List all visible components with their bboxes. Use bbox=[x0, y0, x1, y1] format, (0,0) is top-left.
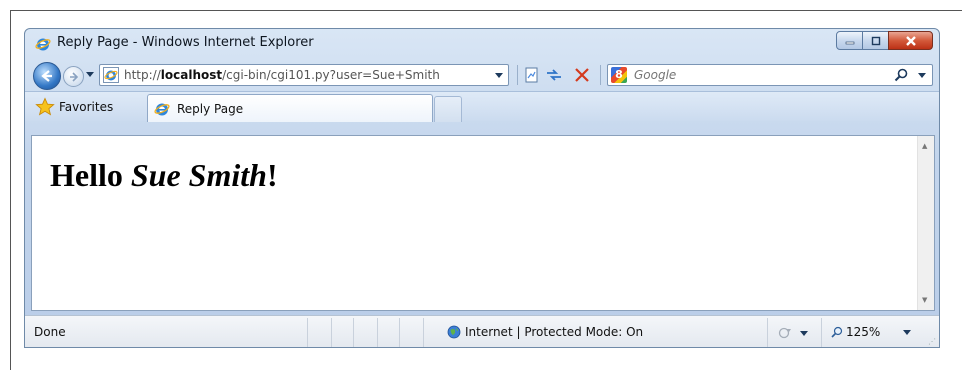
popup-blocker-icon bbox=[778, 327, 791, 339]
zoom-dropdown-icon[interactable] bbox=[903, 330, 911, 335]
toolbar-separator bbox=[517, 65, 518, 85]
minimize-icon bbox=[845, 41, 854, 44]
status-text: Done bbox=[34, 325, 66, 339]
chevron-down-icon bbox=[800, 330, 808, 336]
google-icon: 8 bbox=[611, 67, 627, 83]
navigation-bar: http://localhost/cgi-bin/cgi101.py?user=… bbox=[25, 59, 939, 91]
arrow-left-icon bbox=[41, 70, 52, 82]
zoom-icon bbox=[831, 326, 843, 338]
new-tab-button[interactable] bbox=[434, 96, 462, 122]
zoom-text: 125% bbox=[846, 325, 881, 339]
window-controls bbox=[836, 31, 933, 50]
status-pane-divider bbox=[307, 318, 308, 347]
address-dropdown-icon[interactable] bbox=[495, 73, 503, 78]
greeting-heading: Hello Sue Smith! bbox=[50, 157, 278, 194]
search-icon[interactable] bbox=[894, 68, 908, 82]
greeting-punct: ! bbox=[266, 157, 278, 193]
maximize-icon bbox=[871, 36, 880, 45]
zone-text: Internet | Protected Mode: On bbox=[465, 325, 644, 339]
search-input[interactable] bbox=[632, 66, 872, 84]
browser-window: Reply Page - Windows Internet Explorer h… bbox=[24, 28, 940, 348]
maximize-button[interactable] bbox=[862, 31, 889, 50]
status-pane-divider bbox=[423, 318, 424, 347]
search-options-dropdown-icon[interactable] bbox=[918, 73, 926, 78]
user-name: Sue Smith bbox=[130, 157, 267, 193]
page-border-top bbox=[10, 10, 962, 11]
scroll-up-arrow-icon[interactable]: ▲ bbox=[922, 142, 927, 150]
recent-pages-dropdown-icon[interactable] bbox=[86, 72, 94, 77]
forward-button[interactable] bbox=[63, 66, 84, 87]
back-button[interactable] bbox=[33, 62, 61, 90]
refresh-icon[interactable] bbox=[545, 66, 563, 84]
tab-bar: Favorites Reply Page bbox=[25, 91, 939, 122]
title-bar: Reply Page - Windows Internet Explorer bbox=[25, 29, 939, 59]
page-border-left bbox=[10, 10, 11, 370]
status-pane-divider bbox=[821, 318, 822, 347]
search-box[interactable]: 8 bbox=[607, 64, 933, 86]
toolbar-separator bbox=[600, 65, 601, 85]
status-pane-divider bbox=[331, 318, 332, 347]
arrow-right-icon bbox=[69, 71, 78, 82]
zoom-level[interactable]: 125% bbox=[831, 325, 880, 339]
url-host: localhost bbox=[160, 68, 223, 82]
close-icon bbox=[905, 35, 916, 46]
ie-icon bbox=[154, 103, 170, 116]
greeting-text: Hello bbox=[50, 157, 131, 193]
window-title: Reply Page - Windows Internet Explorer bbox=[57, 35, 314, 50]
url-text[interactable]: http://localhost/cgi-bin/cgi101.py?user=… bbox=[124, 68, 479, 82]
stop-icon[interactable] bbox=[573, 66, 591, 84]
star-icon bbox=[35, 97, 55, 116]
address-bar[interactable]: http://localhost/cgi-bin/cgi101.py?user=… bbox=[99, 64, 509, 86]
globe-icon bbox=[447, 325, 461, 339]
url-path: /cgi-bin/cgi101.py?user=Sue+Smith bbox=[222, 68, 440, 82]
ie-icon bbox=[35, 38, 51, 51]
favorites-button[interactable]: Favorites bbox=[35, 97, 113, 117]
status-pane-divider bbox=[353, 318, 354, 347]
favorites-label: Favorites bbox=[59, 100, 114, 114]
vertical-scrollbar[interactable]: ▲ ▼ bbox=[917, 136, 934, 310]
security-zone[interactable]: Internet | Protected Mode: On bbox=[447, 325, 643, 339]
ie-page-icon bbox=[103, 67, 119, 83]
popup-blocker-button[interactable] bbox=[778, 326, 808, 340]
status-pane-divider bbox=[767, 318, 768, 347]
scroll-down-arrow-icon[interactable]: ▼ bbox=[922, 296, 927, 304]
status-pane-divider bbox=[377, 318, 378, 347]
status-bar: Done Internet | Protected Mode: On 125% … bbox=[25, 315, 939, 347]
minimize-button[interactable] bbox=[836, 31, 863, 50]
close-button[interactable] bbox=[888, 31, 933, 50]
url-scheme: http:// bbox=[124, 68, 161, 82]
page-content: Hello Sue Smith! ▲ ▼ bbox=[31, 135, 935, 311]
tab-reply-page[interactable]: Reply Page bbox=[147, 94, 433, 122]
tab-label: Reply Page bbox=[177, 102, 244, 116]
compatibility-view-button[interactable] bbox=[523, 66, 541, 84]
resize-grip-icon[interactable]: ⋰ bbox=[928, 337, 936, 346]
status-pane-divider bbox=[399, 318, 400, 347]
